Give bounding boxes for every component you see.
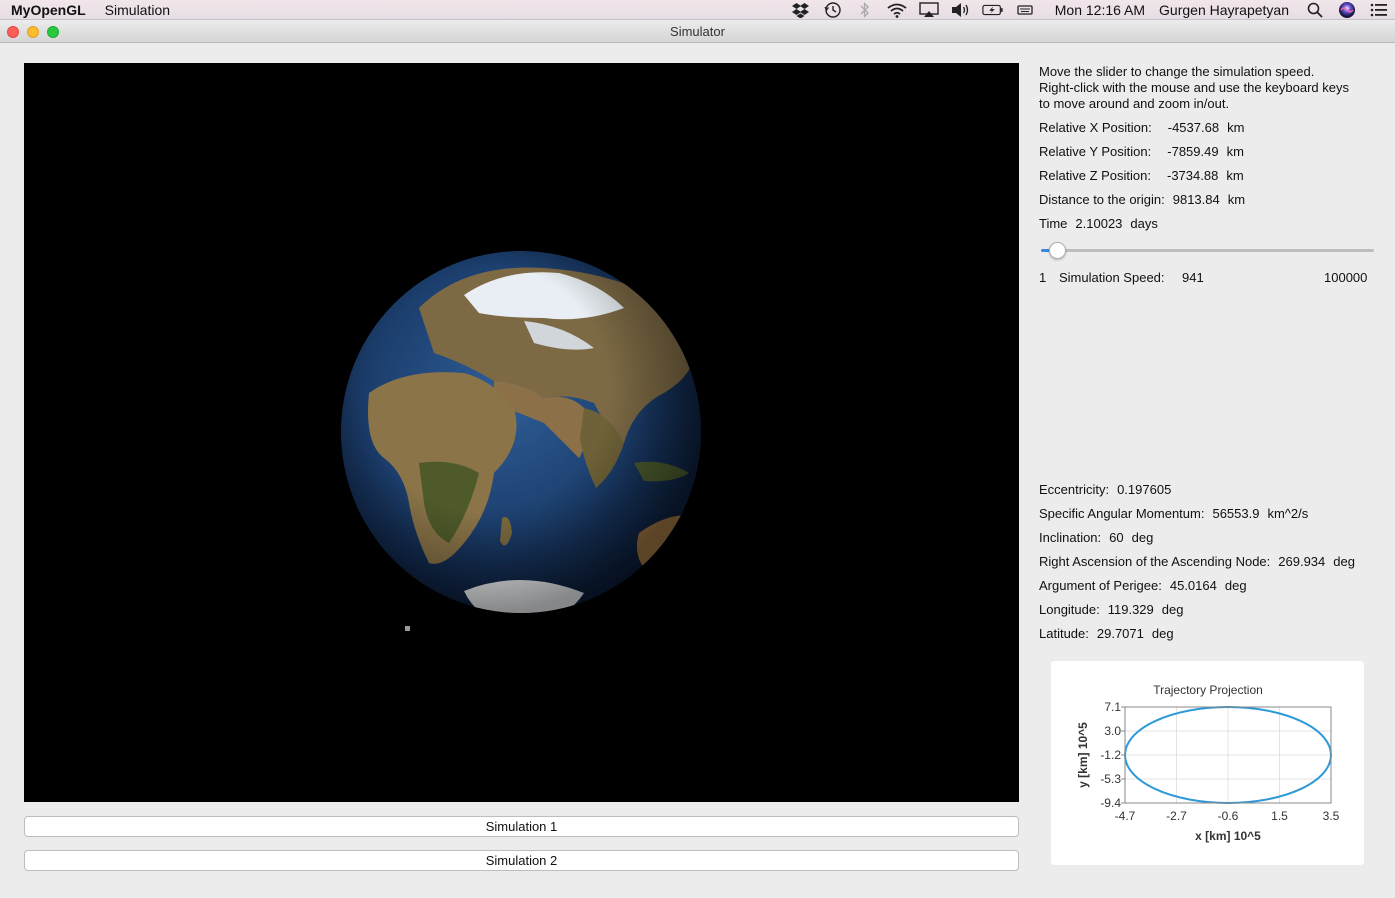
chart-x-tick-label: -4.7 — [1115, 809, 1136, 823]
eccentricity-value: 0.197605 — [1117, 482, 1172, 497]
help-line: Move the slider to change the simulation… — [1039, 64, 1315, 79]
window-titlebar: Simulator — [0, 21, 1395, 43]
chart-y-tick-label: -9.4 — [1100, 796, 1121, 810]
help-text: Move the slider to change the simulation… — [1039, 64, 1379, 112]
time-row: Time 2.10023 days — [1039, 216, 1158, 231]
angular-momentum-label: Specific Angular Momentum: — [1039, 506, 1205, 521]
eccentricity-row: Eccentricity: 0.197605 — [1039, 482, 1171, 497]
speed-slider-track[interactable] — [1041, 249, 1374, 252]
argument-of-perigee-label: Argument of Perigee: — [1039, 578, 1162, 593]
raan-value: 269.934 — [1278, 554, 1326, 569]
speed-slider-handle[interactable] — [1049, 242, 1067, 259]
relative-y-row: Relative Y Position: -7859.49 km — [1039, 144, 1244, 159]
chart-y-tick-label: 7.1 — [1104, 700, 1121, 714]
latitude-row: Latitude: 29.7071 deg — [1039, 626, 1174, 641]
inclination-label: Inclination: — [1039, 530, 1102, 545]
chart-x-tick-label: -0.6 — [1218, 809, 1239, 823]
longitude-label: Longitude: — [1039, 602, 1100, 617]
angular-momentum-row: Specific Angular Momentum: 56553.9 km^2/s — [1039, 506, 1308, 521]
help-line: Right-click with the mouse and use the k… — [1039, 80, 1349, 95]
eccentricity-label: Eccentricity: — [1039, 482, 1110, 497]
menu-simulation[interactable]: Simulation — [105, 2, 170, 18]
distance-row: Distance to the origin: 9813.84 km — [1039, 192, 1245, 207]
argument-of-perigee-unit: deg — [1224, 578, 1247, 593]
slider-max-label: 100000 — [1324, 270, 1368, 285]
slider-min-label: 1 — [1039, 270, 1047, 285]
dropbox-icon[interactable] — [790, 0, 812, 20]
inclination-value: 60 — [1109, 530, 1124, 545]
chart-x-tick-label: 3.5 — [1323, 809, 1340, 823]
time-label: Time — [1039, 216, 1068, 231]
chart-y-tick-label: -5.3 — [1100, 772, 1121, 786]
relative-y-unit: km — [1226, 144, 1244, 159]
app-menu[interactable]: MyOpenGL — [11, 2, 86, 18]
simulation-2-button[interactable]: Simulation 2 — [24, 850, 1019, 871]
volume-icon[interactable] — [950, 0, 972, 20]
keyboard-icon[interactable] — [1014, 0, 1036, 20]
time-unit: days — [1130, 216, 1158, 231]
relative-y-label: Relative Y Position: — [1039, 144, 1152, 159]
time-value: 2.10023 — [1075, 216, 1123, 231]
distance-value: 9813.84 — [1172, 192, 1220, 207]
relative-y-value: -7859.49 — [1167, 144, 1219, 159]
latitude-unit: deg — [1151, 626, 1174, 641]
latitude-label: Latitude: — [1039, 626, 1089, 641]
distance-unit: km — [1227, 192, 1246, 207]
relative-x-value: -4537.68 — [1167, 120, 1220, 135]
time-machine-icon[interactable] — [822, 0, 844, 20]
longitude-row: Longitude: 119.329 deg — [1039, 602, 1183, 617]
latitude-value: 29.7071 — [1096, 626, 1144, 641]
menu-clock[interactable]: Mon 12:16 AM — [1055, 2, 1145, 18]
inclination-row: Inclination: 60 deg — [1039, 530, 1153, 545]
trajectory-chart: Trajectory Projection -4.7 -2.7 -0.6 1.5 3.5… — [1076, 683, 1340, 843]
battery-icon[interactable] — [982, 0, 1004, 20]
simulation-speed-label: Simulation Speed: — [1059, 270, 1165, 285]
window-title: Simulator — [670, 24, 725, 39]
angular-momentum-unit: km^2/s — [1267, 506, 1309, 521]
relative-z-unit: km — [1226, 168, 1244, 183]
siri-icon[interactable] — [1336, 0, 1358, 20]
simulation-speed-value: 941 — [1182, 270, 1204, 285]
chart-y-tick-label: -1.2 — [1100, 748, 1121, 762]
chart-x-tick-label: 1.5 — [1271, 809, 1288, 823]
menu-bar: MyOpenGL Simulation Mon 12:16 AM Gurgen … — [0, 0, 1395, 20]
chart-x-tick-label: -2.7 — [1166, 809, 1187, 823]
wifi-icon[interactable] — [886, 0, 908, 20]
opengl-viewport[interactable] — [24, 63, 1019, 802]
chart-x-axis-label: x [km] 10^5 — [1195, 829, 1261, 843]
airplay-icon[interactable] — [918, 0, 940, 20]
notification-center-icon[interactable] — [1368, 0, 1390, 20]
raan-label: Right Ascension of the Ascending Node: — [1039, 554, 1271, 569]
relative-z-row: Relative Z Position: -3734.88 km — [1039, 168, 1244, 183]
inclination-unit: deg — [1131, 530, 1154, 545]
raan-row: Right Ascension of the Ascending Node: 26… — [1039, 554, 1355, 569]
argument-of-perigee-value: 45.0164 — [1169, 578, 1217, 593]
bluetooth-icon[interactable] — [854, 0, 876, 20]
relative-x-label: Relative X Position: — [1039, 120, 1152, 135]
user-name[interactable]: Gurgen Hayrapetyan — [1159, 2, 1289, 18]
search-icon[interactable] — [1304, 0, 1326, 20]
satellite-marker — [405, 626, 410, 631]
chart-y-tick-label: 3.0 — [1104, 724, 1121, 738]
trajectory-chart-card: Trajectory Projection -4.7 -2.7 -0.6 1.5 3.5… — [1051, 661, 1364, 865]
relative-x-unit: km — [1227, 120, 1245, 135]
earth-scene — [341, 251, 701, 631]
simulation-1-button[interactable]: Simulation 1 — [24, 816, 1019, 837]
raan-unit: deg — [1333, 554, 1355, 569]
chart-y-axis-label: y [km] 10^5 — [1076, 722, 1090, 788]
longitude-value: 119.329 — [1107, 602, 1154, 617]
longitude-unit: deg — [1161, 602, 1184, 617]
chart-title: Trajectory Projection — [1153, 683, 1263, 697]
relative-z-label: Relative Z Position: — [1039, 168, 1151, 183]
help-line: to move around and zoom in/out. — [1039, 96, 1230, 111]
chart-ticks: -4.7 -2.7 -0.6 1.5 3.5 7.1 3.0 -1.2 -5.3 -9.4 — [1100, 700, 1339, 823]
earth-globe — [341, 251, 701, 613]
angular-momentum-value: 56553.9 — [1212, 506, 1260, 521]
relative-x-row: Relative X Position: -4537.68 km — [1039, 120, 1244, 135]
distance-label: Distance to the origin: — [1039, 192, 1165, 207]
relative-z-value: -3734.88 — [1167, 168, 1219, 183]
argument-of-perigee-row: Argument of Perigee: 45.0164 deg — [1039, 578, 1247, 593]
